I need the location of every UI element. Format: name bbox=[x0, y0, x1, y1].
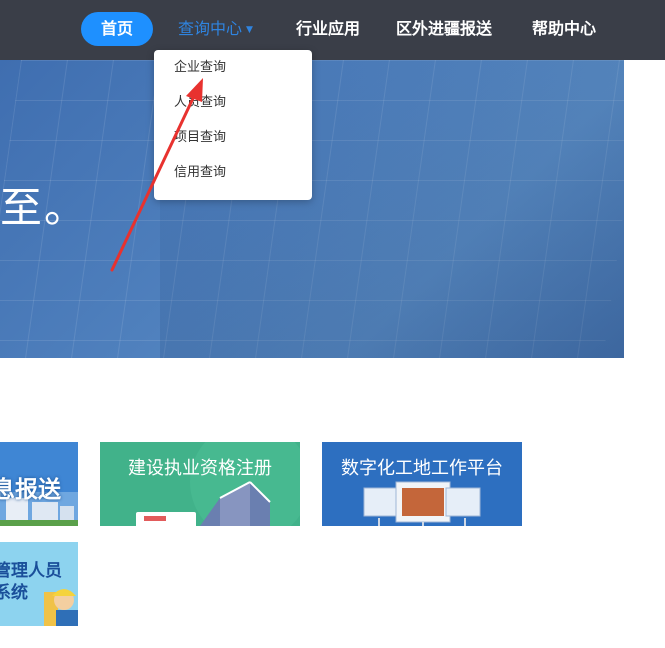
card-qualification-registration[interactable]: 建设执业资格注册 bbox=[100, 442, 300, 526]
card-digital-title: 数字化工地工作平台 bbox=[341, 458, 503, 479]
banner-text: 至。 bbox=[0, 183, 89, 232]
card-management-personnel[interactable]: 管理人员 系统 bbox=[0, 542, 78, 626]
nav-external-report[interactable]: 区外进疆报送 bbox=[396, 12, 492, 46]
dropdown-item-enterprise[interactable]: 企业查询 bbox=[174, 56, 226, 80]
dropdown-item-credit[interactable]: 信用查询 bbox=[174, 161, 226, 185]
query-center-dropdown: 企业查询 人员查询 项目查询 信用查询 bbox=[154, 50, 312, 200]
dropdown-item-project[interactable]: 项目查询 bbox=[174, 126, 226, 150]
nav-query-center[interactable]: 查询中心 ▼ bbox=[173, 12, 258, 46]
caret-down-icon: ▼ bbox=[246, 25, 253, 35]
nav-query-center-label: 查询中心 bbox=[178, 19, 243, 38]
nav-industry-apps[interactable]: 行业应用 bbox=[292, 12, 364, 46]
card-digital-site-platform[interactable]: 数字化工地工作平台 bbox=[322, 442, 522, 526]
dropdown-item-personnel[interactable]: 人员查询 bbox=[174, 91, 226, 115]
nav-home[interactable]: 首页 bbox=[81, 12, 153, 46]
hero-banner: 至。 bbox=[0, 60, 624, 358]
nav-help-center[interactable]: 帮助中心 bbox=[532, 12, 596, 46]
top-nav: 首页 查询中心 ▼ 行业应用 区外进疆报送 帮助中心 bbox=[0, 0, 665, 60]
card-management-title: 管理人员 系统 bbox=[0, 561, 62, 603]
card-info-title: 息报送 bbox=[0, 477, 61, 503]
card-info-report[interactable]: 息报送 bbox=[0, 442, 78, 526]
card-qualification-title: 建设执业资格注册 bbox=[128, 458, 272, 479]
